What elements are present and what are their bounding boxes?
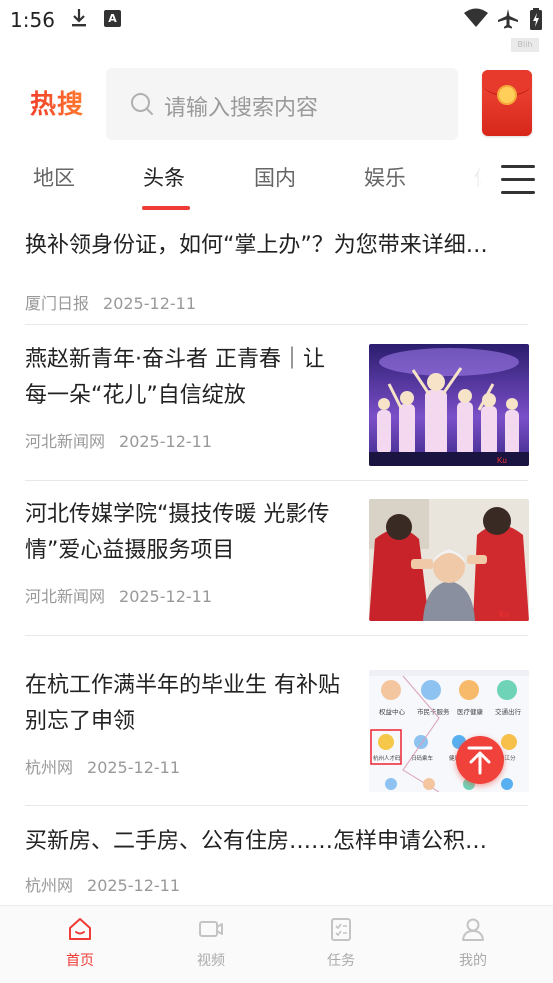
news-thumbnail: Ku (369, 499, 529, 621)
font-a-icon: A (104, 10, 121, 27)
back-to-top-button[interactable] (456, 736, 504, 784)
video-icon (199, 921, 223, 937)
bottom-nav: 首页 视频 任务 我的 (0, 905, 553, 983)
profile-icon (462, 918, 484, 941)
news-date: 2025-12-11 (119, 587, 212, 606)
nav-label: 首页 (66, 953, 94, 969)
menu-icon[interactable] (499, 158, 539, 194)
nav-home[interactable]: 首页 (45, 916, 115, 970)
news-date: 2025-12-11 (103, 294, 196, 313)
news-source: 杭州网 (25, 758, 74, 777)
news-source: 厦门日报 (25, 294, 90, 313)
news-title: 燕赵新青年·奋斗者 正青春｜让每一朵“花儿”自信绽放 (25, 347, 325, 408)
news-date: 2025-12-11 (119, 432, 212, 451)
news-meta: 杭州网 2025-12-11 (25, 754, 180, 778)
tab-domestic[interactable]: 国内 (254, 162, 296, 192)
news-meta: 河北新闻网 2025-12-11 (25, 583, 212, 607)
thumb-label: 杭州人才码 (373, 754, 401, 762)
header: 热搜 请输入搜索内容 (0, 68, 553, 140)
thumb-label: 扫码乘车 (411, 754, 434, 762)
tab-headlines[interactable]: 头条 (143, 162, 185, 192)
search-placeholder: 请输入搜索内容 (164, 96, 319, 121)
news-source: 杭州网 (25, 876, 74, 895)
news-title: 买新房、二手房、公有住房……怎样申请公积… (25, 829, 488, 854)
tab-entertainment[interactable]: 娱乐 (364, 162, 406, 192)
divider (25, 635, 528, 636)
category-tabs: 地区 头条 国内 娱乐 体 (0, 150, 553, 212)
news-item[interactable]: 燕赵新青年·奋斗者 正青春｜让每一朵“花儿”自信绽放 河北新闻网 2025-12-… (25, 342, 529, 466)
nav-task[interactable]: 任务 (306, 916, 376, 970)
divider (25, 324, 528, 325)
search-input[interactable]: 请输入搜索内容 (106, 68, 458, 140)
svg-text:Ku: Ku (499, 610, 509, 619)
airplane-icon (497, 8, 519, 34)
arrow-up-icon (467, 746, 493, 775)
news-item[interactable]: 河北传媒学院“摄技传暖 光影传情”爱心益摄服务项目 河北新闻网 2025-12-1… (25, 497, 529, 621)
battery-charging-icon (529, 8, 543, 34)
thumb-label: 交通出行 (495, 707, 522, 716)
tab-fade (440, 150, 500, 212)
nav-profile[interactable]: 我的 (438, 916, 508, 970)
news-meta: 杭州网 2025-12-11 (25, 872, 180, 896)
news-meta: 厦门日报 2025-12-11 (25, 290, 196, 314)
news-item[interactable]: 换补领身份证，如何“掌上办”？为您带来详细… 厦门日报 2025-12-11 (25, 228, 528, 313)
home-icon (69, 918, 91, 940)
divider (25, 480, 528, 481)
tab-region[interactable]: 地区 (33, 162, 75, 192)
news-thumbnail: 权益中心 市民卡服务 医疗健康 交通出行 杭州人才码 扫码乘车 健康码 钱江分 (369, 670, 529, 792)
nav-label: 我的 (459, 953, 487, 969)
nav-label: 任务 (327, 953, 355, 969)
news-date: 2025-12-11 (87, 876, 180, 895)
download-icon (70, 8, 88, 32)
nav-video[interactable]: 视频 (176, 916, 246, 970)
divider (25, 805, 528, 806)
status-time: 1:56 (10, 8, 55, 32)
search-icon (130, 92, 154, 120)
news-title: 换补领身份证，如何“掌上办”？为您带来详细… (25, 233, 488, 258)
svg-text:Ku: Ku (497, 456, 507, 465)
news-source: 河北新闻网 (25, 587, 106, 606)
status-bar: 1:56 A (0, 0, 553, 38)
news-source: 河北新闻网 (25, 432, 106, 451)
thumb-label: 医疗健康 (457, 707, 484, 716)
task-icon (331, 918, 351, 941)
news-title: 河北传媒学院“摄技传暖 光影传情”爱心益摄服务项目 (25, 502, 330, 563)
news-meta: 河北新闻网 2025-12-11 (25, 428, 212, 452)
news-thumbnail: Ku (369, 344, 529, 466)
news-item[interactable]: 买新房、二手房、公有住房……怎样申请公积… 杭州网 2025-12-11 (25, 824, 528, 904)
news-title: 在杭工作满半年的毕业生 有补贴别忘了申领 (25, 673, 340, 734)
wifi-icon (464, 8, 488, 32)
nav-label: 视频 (197, 953, 225, 969)
watermark: Blih (511, 38, 539, 52)
news-item[interactable]: 在杭工作满半年的毕业生 有补贴别忘了申领 杭州网 2025-12-11 权益中心 … (25, 668, 529, 792)
thumb-label: 权益中心 (379, 707, 406, 716)
tab-active-indicator (142, 206, 190, 210)
red-packet-icon[interactable] (482, 70, 532, 136)
news-date: 2025-12-11 (87, 758, 180, 777)
app-logo: 热搜 (30, 84, 84, 121)
